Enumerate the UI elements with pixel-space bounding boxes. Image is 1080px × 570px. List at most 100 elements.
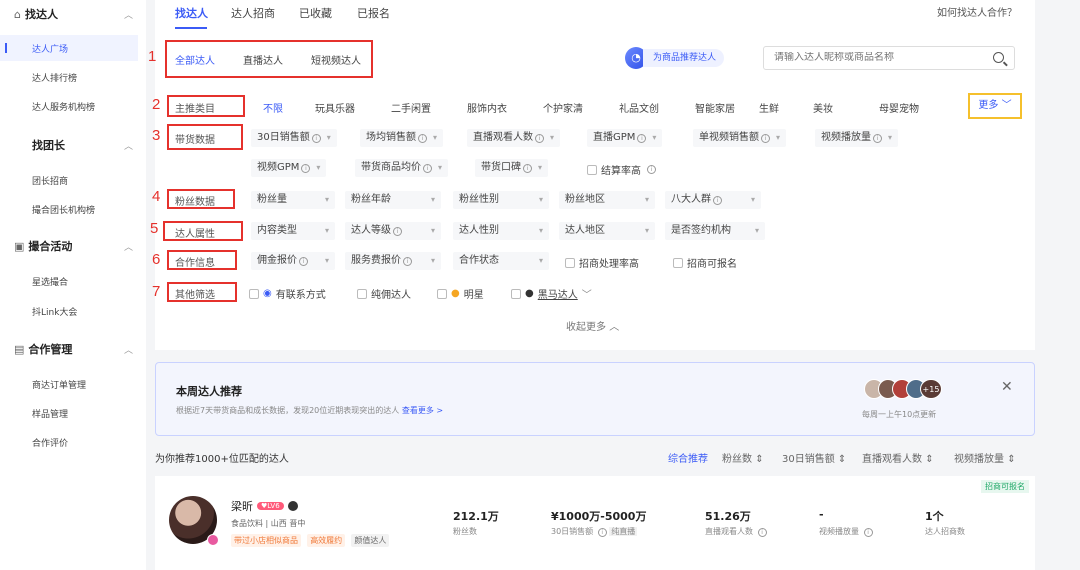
collapse-filters-button[interactable]: 收起更多 ︿ — [566, 318, 619, 333]
sidebar-item-coop-review[interactable]: 合作评价 — [32, 436, 68, 449]
category-option[interactable]: 二手闲置 — [391, 100, 431, 115]
chevron-down-icon: ▾ — [316, 163, 321, 172]
checkbox[interactable] — [673, 257, 683, 268]
category-option[interactable]: 母婴宠物 — [879, 100, 919, 115]
sales-filter-dropdown[interactable]: 视频播放量 i ▾ — [815, 129, 899, 147]
tab-registered[interactable]: 已报名 — [357, 5, 390, 21]
recruit-open-checkbox[interactable]: 招商可报名 — [673, 255, 737, 270]
close-icon[interactable]: ✕ — [1001, 379, 1013, 395]
chevron-down-icon: ▾ — [326, 133, 331, 142]
checkbox[interactable] — [249, 288, 259, 299]
dark-horse-checkbox[interactable]: ● 黑马达人 ﹀ — [511, 286, 592, 301]
tab-favorites[interactable]: 已收藏 — [299, 5, 332, 21]
high-settlement-checkbox[interactable]: 结算率高 i — [587, 162, 656, 177]
fans-filter-dropdown[interactable]: 粉丝地区 ▾ — [559, 191, 655, 209]
sales-filter-dropdown[interactable]: 直播GPM i ▾ — [587, 129, 663, 147]
sidebar-group-match-events[interactable]: ▣ 撮合活动 — [14, 238, 72, 254]
search-box[interactable] — [763, 46, 1015, 70]
fans-filter-dropdown[interactable]: 粉丝年龄 ▾ — [345, 191, 441, 209]
type-all-creators[interactable]: 全部达人 — [175, 52, 215, 67]
sort-option[interactable]: 粉丝数 ⇕ — [722, 450, 764, 465]
chevron-up-icon[interactable]: ︿ — [124, 343, 133, 356]
category-option[interactable]: 生鲜 — [759, 100, 779, 115]
view-more-link[interactable]: 查看更多 > — [402, 406, 443, 415]
sidebar-item-link-conference[interactable]: 抖Link大会 — [32, 305, 77, 318]
search-icon[interactable] — [993, 52, 1004, 63]
type-short-video-creators[interactable]: 短视频达人 — [311, 52, 361, 67]
category-option[interactable]: 服饰内衣 — [467, 100, 507, 115]
chevron-up-icon[interactable]: ︿ — [124, 139, 133, 152]
recommend-for-product-button[interactable]: ◔ 为商品推荐达人 — [625, 46, 737, 70]
search-input[interactable] — [774, 52, 984, 63]
info-icon: i — [301, 164, 311, 173]
sales-filter-dropdown[interactable]: 视频GPM i ▾ — [251, 159, 327, 177]
sidebar-item-service-org-ranking[interactable]: 达人服务机构榜 — [32, 100, 95, 113]
type-live-creators[interactable]: 直播达人 — [243, 52, 283, 67]
tab-find-creator[interactable]: 找达人 — [175, 5, 208, 21]
sales-filter-dropdown[interactable]: 30日销售额 i ▾ — [251, 129, 337, 147]
avatar-stack[interactable]: +15 — [864, 379, 942, 399]
sidebar-item-sample-mgmt[interactable]: 样品管理 — [32, 407, 68, 420]
fans-filter-dropdown[interactable]: 八大人群 i ▾ — [665, 191, 761, 209]
checkbox[interactable] — [357, 288, 367, 299]
more-categories-button[interactable]: 更多 ﹀ — [968, 93, 1022, 119]
fans-filter-dropdown[interactable]: 粉丝性别 ▾ — [453, 191, 549, 209]
attr-filter-dropdown[interactable]: 达人地区 ▾ — [559, 222, 655, 240]
sort-option[interactable]: 综合推荐 — [668, 450, 708, 465]
category-option[interactable]: 不限 — [263, 100, 283, 115]
sidebar-item-creator-square[interactable]: 达人广场 — [32, 42, 68, 55]
category-option[interactable]: 美妆 — [813, 100, 833, 115]
category-option[interactable]: 个护家清 — [543, 100, 583, 115]
category-option[interactable]: 礼品文创 — [619, 100, 659, 115]
checkbox[interactable] — [565, 257, 575, 268]
checkbox[interactable] — [437, 288, 447, 299]
pure-commission-checkbox[interactable]: 纯佣达人 — [357, 286, 411, 301]
category-option[interactable]: 智能家居 — [695, 100, 735, 115]
sidebar-item-creator-ranking[interactable]: 达人排行榜 — [32, 71, 77, 84]
attr-filter-dropdown[interactable]: 是否签约机构 ▾ — [665, 222, 765, 240]
high-recruit-handling-checkbox[interactable]: 招商处理率高 — [565, 255, 639, 270]
stat-label-fans: 粉丝数 — [453, 527, 477, 536]
chevron-up-icon[interactable]: ︿ — [124, 8, 133, 21]
sort-option[interactable]: 视频播放量 ⇕ — [954, 450, 1016, 465]
dropdown-label: 佣金报价 — [257, 255, 297, 266]
sales-filter-dropdown[interactable]: 带货商品均价 i ▾ — [355, 159, 449, 177]
coop-filter-dropdown[interactable]: 合作状态 ▾ — [453, 252, 549, 270]
sidebar-item-leader-recruit[interactable]: 团长招商 — [32, 174, 68, 187]
how-to-cooperate-link[interactable]: 如何找达人合作？ — [937, 4, 1017, 19]
sidebar-group-coop-mgmt[interactable]: ▤ 合作管理 — [14, 341, 72, 357]
dropdown-label: 直播GPM — [593, 132, 636, 143]
tab-creator-recruit[interactable]: 达人招商 — [231, 5, 275, 21]
coop-filter-dropdown[interactable]: 服务费报价 i ▾ — [345, 252, 441, 270]
fans-filter-dropdown[interactable]: 粉丝量 ▾ — [251, 191, 335, 209]
creator-result-row[interactable]: 招商可报名 梁昕 ♥LV6 食品饮料 | 山西 晋中 带过小店相似商品 高效履约… — [155, 476, 1035, 570]
sales-filter-dropdown[interactable]: 场均销售额 i ▾ — [360, 129, 444, 147]
checkbox[interactable] — [587, 164, 597, 175]
creator-category: 食品饮料 — [231, 519, 263, 528]
creator-name[interactable]: 梁昕 — [231, 498, 253, 514]
filter-panel: 找达人 达人招商 已收藏 已报名 如何找达人合作？ 1 全部达人 直播达人 短视… — [148, 0, 1035, 350]
celebrity-checkbox[interactable]: ● 明星 — [437, 286, 484, 301]
sort-option[interactable]: 直播观看人数 ⇕ — [862, 450, 934, 465]
attr-filter-dropdown[interactable]: 达人等级 i ▾ — [345, 222, 441, 240]
sidebar-item-order-mgmt[interactable]: 商达订单管理 — [32, 378, 86, 391]
dropdown-label: 达人等级 — [351, 225, 391, 236]
sidebar-group-find-creator[interactable]: ⌂ 找达人 — [14, 6, 58, 22]
sidebar-group-find-leader[interactable]: 找团长 — [32, 137, 65, 153]
sidebar-item-leader-org-ranking[interactable]: 撮合团长机构榜 — [32, 203, 95, 216]
coop-filter-dropdown[interactable]: 佣金报价 i ▾ — [251, 252, 335, 270]
sales-filter-dropdown[interactable]: 直播观看人数 i ▾ — [467, 129, 561, 147]
has-contact-checkbox[interactable]: ◉ 有联系方式 — [249, 286, 326, 301]
chevron-down-icon: ▾ — [776, 133, 781, 142]
sidebar-item-star-match[interactable]: 星选撮合 — [32, 275, 68, 288]
checkbox[interactable] — [511, 288, 521, 299]
attr-filter-dropdown[interactable]: 内容类型 ▾ — [251, 222, 335, 240]
sort-option[interactable]: 30日销售额 ⇕ — [782, 450, 846, 465]
creator-location: 山西 晋中 — [270, 519, 306, 528]
dropdown-label: 粉丝量 — [257, 194, 287, 205]
chevron-up-icon[interactable]: ︿ — [124, 240, 133, 253]
sales-filter-dropdown[interactable]: 带货口碑 i ▾ — [475, 159, 549, 177]
attr-filter-dropdown[interactable]: 达人性别 ▾ — [453, 222, 549, 240]
sales-filter-dropdown[interactable]: 单视频销售额 i ▾ — [693, 129, 787, 147]
category-option[interactable]: 玩具乐器 — [315, 100, 355, 115]
